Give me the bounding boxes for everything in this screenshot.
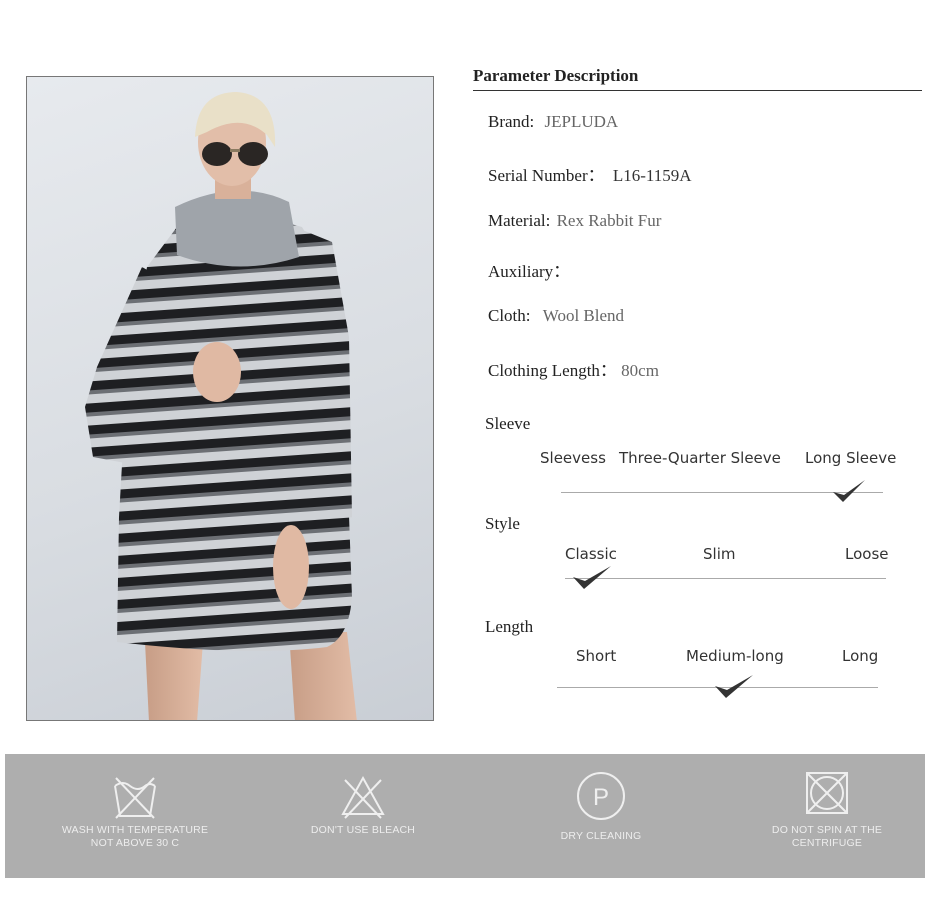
auxiliary-row: Auxiliary： — [488, 257, 570, 282]
care-label-wash-2: NOT ABOVE 30 C — [90, 837, 180, 849]
length-title: Length — [485, 617, 534, 636]
style-option-loose: Loose — [845, 545, 889, 563]
auxiliary-label: Auxiliary： — [488, 262, 571, 281]
sleeve-option-sleeveless: Sleevess — [540, 449, 606, 467]
care-item-spin: DO NOT SPIN AT THE CENTRIFUGE — [727, 754, 927, 878]
style-option-classic: Classic — [565, 545, 617, 563]
length-check-icon — [715, 675, 753, 698]
serial-value: L16-1159A — [612, 166, 692, 185]
brand-row: Brand: JEPLUDA — [488, 112, 618, 132]
care-instructions-band: WASH WITH TEMPERATURE NOT ABOVE 30 C DON… — [5, 754, 925, 878]
care-label-dry-cleaning: DRY CLEANING — [560, 830, 642, 842]
cloth-value: Wool Blend — [542, 306, 625, 325]
sleeve-title: Sleeve — [485, 414, 531, 433]
style-scale-line — [565, 578, 886, 579]
care-label-bleach: DON'T USE BLEACH — [310, 824, 416, 836]
product-photo — [26, 76, 434, 721]
serial-label: Serial Number： — [488, 166, 605, 185]
wash-temperature-icon — [114, 777, 156, 819]
no-spin-icon — [806, 772, 848, 814]
style-title: Style — [485, 514, 520, 533]
sleeve-check-icon — [833, 480, 865, 502]
title-divider — [473, 90, 922, 91]
clothing-length-value: 80cm — [621, 361, 659, 380]
brand-label: Brand: — [488, 112, 535, 131]
length-option-short: Short — [576, 647, 617, 665]
serial-row: Serial Number： L16-1159A — [488, 161, 692, 186]
style-check-icon — [573, 566, 611, 589]
no-bleach-icon — [341, 775, 385, 819]
care-label-wash-1: WASH WITH TEMPERATURE — [61, 824, 209, 836]
care-item-wash: WASH WITH TEMPERATURE NOT ABOVE 30 C — [35, 754, 235, 878]
material-row: Material: Rex Rabbit Fur — [488, 211, 661, 231]
material-label: Material: — [488, 211, 551, 230]
care-item-bleach: DON'T USE BLEACH — [263, 754, 463, 878]
length-option-medium-long: Medium-long — [686, 647, 784, 665]
style-option-slim: Slim — [703, 545, 736, 563]
care-label-spin-1: DO NOT SPIN AT THE — [771, 824, 883, 836]
cloth-label: Cloth: — [488, 306, 531, 325]
length-option-long: Long — [842, 647, 879, 665]
sleeve-option-three-quarter: Three-Quarter Sleeve — [619, 449, 781, 467]
dry-cleaning-glyph: P — [593, 784, 609, 811]
material-value: Rex Rabbit Fur — [556, 211, 662, 230]
parameter-title: Parameter Description — [473, 66, 639, 85]
brand-value: JEPLUDA — [544, 112, 619, 131]
care-label-spin-2: CENTRIFUGE — [791, 837, 863, 849]
cloth-row: Cloth: Wool Blend — [488, 306, 624, 326]
dry-cleaning-icon: P — [577, 772, 625, 820]
sleeve-option-long: Long Sleeve — [805, 449, 897, 467]
care-item-dry-cleaning: P DRY CLEANING — [501, 754, 701, 878]
clothing-length-label: Clothing Length： — [488, 361, 617, 380]
length-row: Clothing Length： 80cm — [488, 356, 659, 381]
